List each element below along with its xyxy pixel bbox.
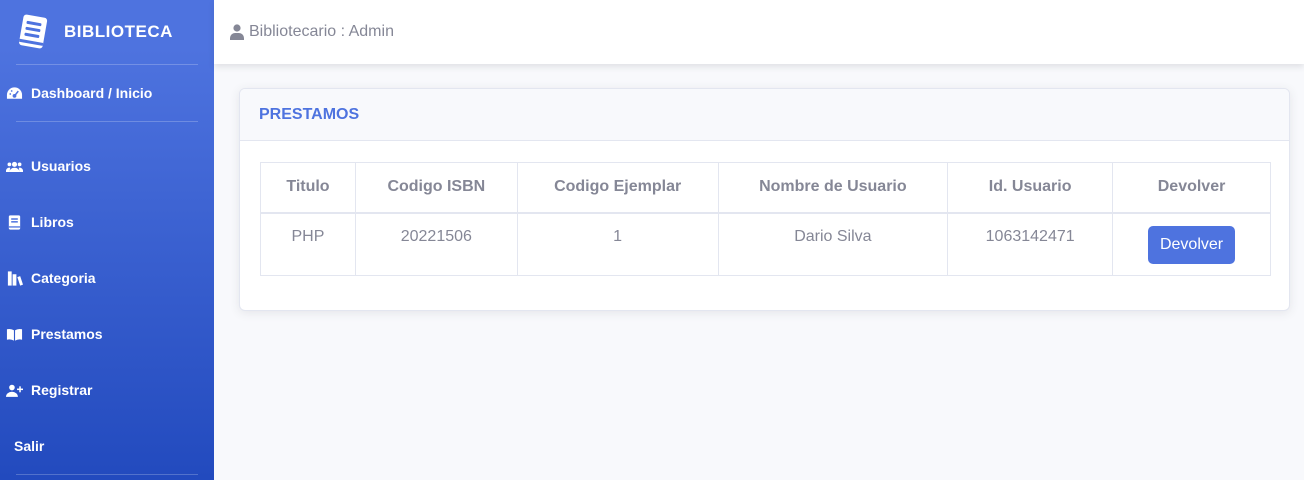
sidebar-item-registrar[interactable]: Registrar	[0, 378, 214, 402]
sidebar-item-label: Dashboard / Inicio	[31, 85, 153, 101]
cell-nombre: Dario Silva	[717, 212, 949, 276]
book-icon	[8, 214, 21, 230]
book-open-icon	[6, 328, 23, 341]
prestamos-card: PRESTAMOS Titulo Codigo ISBN Codigo Ejem…	[239, 88, 1290, 311]
card-header: PRESTAMOS	[240, 89, 1289, 141]
column-header-id-usuario: Id. Usuario	[947, 162, 1114, 214]
sidebar-item-libros[interactable]: Libros	[0, 210, 214, 234]
column-header-isbn: Codigo ISBN	[354, 162, 518, 214]
table-row: PHP 20221506 1 Dario Silva 1063142471 De…	[260, 212, 1271, 276]
cell-id-usuario: 1063142471	[947, 212, 1114, 276]
cell-titulo: PHP	[260, 212, 356, 276]
column-header-ejemplar: Codigo Ejemplar	[516, 162, 719, 214]
topbar: Bibliotecario : Admin	[214, 0, 1304, 64]
sidebar-divider	[16, 64, 198, 65]
sidebar-item-categoria[interactable]: Categoria	[0, 266, 214, 290]
column-header-nombre: Nombre de Usuario	[717, 162, 949, 214]
users-icon	[6, 161, 23, 172]
user-label[interactable]: Bibliotecario : Admin	[249, 23, 394, 41]
sidebar-item-usuarios[interactable]: Usuarios	[0, 154, 214, 178]
brand-title: BIBLIOTECA	[64, 22, 173, 41]
column-header-devolver: Devolver	[1112, 162, 1271, 214]
sidebar-item-label: Registrar	[31, 382, 93, 398]
sidebar-divider	[16, 474, 198, 475]
sidebar-item-dashboard[interactable]: Dashboard / Inicio	[0, 81, 214, 105]
sidebar-item-prestamos[interactable]: Prestamos	[0, 322, 214, 346]
sidebar-brand[interactable]: BIBLIOTECA	[0, 0, 214, 64]
sidebar: BIBLIOTECA Dashboard / Inicio Usuarios L…	[0, 0, 214, 480]
tachometer-icon	[6, 86, 23, 99]
sidebar-item-salir[interactable]: Salir	[0, 434, 214, 458]
cell-devolver: Devolver	[1112, 212, 1271, 276]
table-header-row: Titulo Codigo ISBN Codigo Ejemplar Nombr…	[260, 162, 1271, 214]
book-logo-icon	[19, 14, 48, 49]
sidebar-item-label: Prestamos	[31, 326, 103, 342]
sidebar-item-label: Libros	[31, 214, 74, 230]
cell-isbn: 20221506	[354, 212, 518, 276]
column-header-titulo: Titulo	[260, 162, 356, 214]
sidebar-divider	[16, 121, 198, 122]
user-plus-icon	[6, 384, 23, 397]
category-icon	[7, 270, 23, 286]
cell-ejemplar: 1	[516, 212, 719, 276]
devolver-button[interactable]: Devolver	[1147, 225, 1236, 264]
user-icon	[230, 24, 244, 40]
sidebar-item-label: Categoria	[31, 270, 96, 286]
card-title: PRESTAMOS	[259, 105, 360, 123]
sidebar-item-label: Salir	[14, 438, 45, 454]
sidebar-item-label: Usuarios	[31, 158, 91, 174]
prestamos-table: Titulo Codigo ISBN Codigo Ejemplar Nombr…	[260, 162, 1271, 276]
